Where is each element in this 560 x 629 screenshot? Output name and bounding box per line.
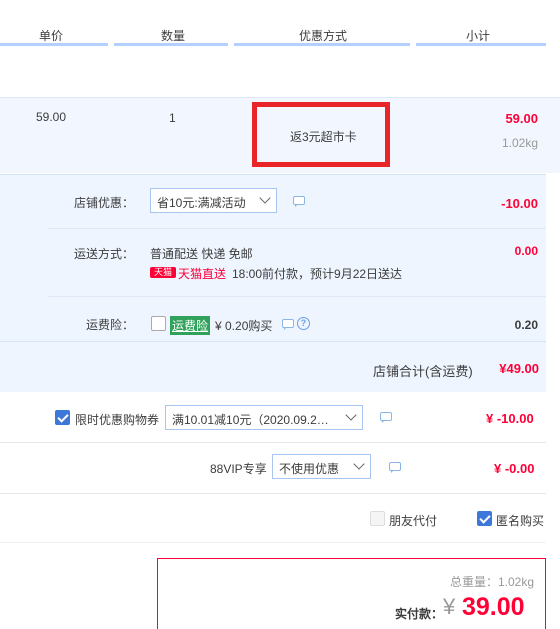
insurance-price: ¥ 0.20购买 — [215, 319, 273, 333]
shop-discount-amount: -10.00 — [501, 196, 538, 211]
anonymous-checkbox[interactable] — [477, 511, 492, 526]
total-weight: 总重量：1.02kg — [449, 575, 534, 589]
insurance-label: 运费险： — [86, 318, 135, 332]
shop-discount-value: 省10元:满减活动 — [157, 196, 246, 210]
header-divider — [114, 43, 228, 46]
insurance-checkbox[interactable] — [151, 316, 166, 331]
vip-select[interactable]: 不使用优惠 — [272, 454, 371, 479]
shipping-label: 运送方式： — [74, 247, 135, 261]
header-divider — [416, 43, 546, 46]
divider — [0, 493, 546, 494]
message-icon[interactable] — [380, 412, 392, 423]
shop-discount-select[interactable]: 省10元:满减活动 — [150, 188, 277, 213]
payment-summary: 总重量：1.02kg 实付款： ¥ 39.00 — [157, 558, 546, 629]
col-unit-price: 单价 — [39, 29, 64, 43]
friend-pay-label: 朋友代付 — [389, 514, 438, 528]
message-icon[interactable] — [389, 462, 401, 473]
coupon-select[interactable]: 满10.01减10元（2020.09.2… — [165, 405, 363, 430]
tmall-direct-label: 天猫直送 — [178, 267, 227, 281]
item-subtotal: 59.00 — [505, 111, 538, 126]
col-promotion: 优惠方式 — [299, 29, 348, 43]
vip-label: 88VIP专享 — [210, 462, 267, 476]
header-divider — [0, 43, 108, 46]
chevron-down-icon — [345, 409, 357, 421]
divider — [48, 296, 546, 297]
chevron-down-icon — [259, 192, 271, 204]
table-header: 单价 数量 优惠方式 小计 — [0, 0, 560, 46]
order-item-row: 59.00 1 返3元超市卡 59.00 1.02kg — [0, 97, 560, 173]
shipping-amount: 0.00 — [514, 244, 538, 258]
item-weight: 1.02kg — [501, 136, 538, 150]
promotion-text: 返3元超市卡 — [290, 130, 357, 144]
payment-amount: 39.00 — [462, 593, 525, 621]
quantity: 1 — [169, 111, 176, 125]
chevron-down-icon — [353, 458, 365, 470]
coupon-label: 限时优惠购物券 — [75, 413, 160, 427]
unit-price: 59.00 — [36, 110, 67, 124]
shop-total-amount: ¥49.00 — [499, 361, 539, 376]
coupon-value: 满10.01减10元（2020.09.2… — [172, 413, 329, 427]
divider — [0, 341, 546, 342]
shop-section: 店铺优惠： 省10元:满减活动 -10.00 运送方式： 普通配送 快递 免邮 … — [0, 174, 546, 392]
header-divider — [234, 43, 410, 46]
message-icon[interactable] — [282, 319, 294, 330]
insurance-tag[interactable]: 运费险 — [170, 316, 211, 335]
payment-label: 实付款： — [395, 607, 444, 621]
shop-discount-label: 店铺优惠： — [74, 196, 135, 210]
tmall-logo: 天猫 — [150, 267, 176, 278]
insurance-amount: 0.20 — [514, 318, 538, 332]
shop-total-label: 店铺合计(含运费) — [373, 364, 473, 379]
col-quantity: 数量 — [161, 29, 186, 43]
coupon-checkbox[interactable] — [55, 410, 70, 425]
delivery-eta: 18:00前付款，预计9月22日送达 — [232, 267, 403, 281]
currency-symbol: ¥ — [443, 594, 456, 619]
coupon-amount: ¥ -10.00 — [486, 411, 534, 426]
divider — [48, 228, 546, 229]
message-icon[interactable] — [293, 196, 305, 207]
anonymous-label: 匿名购买 — [496, 514, 545, 528]
help-icon[interactable]: ? — [297, 317, 310, 330]
vip-amount: ¥ -0.00 — [494, 461, 535, 476]
vip-value: 不使用优惠 — [279, 462, 340, 476]
col-subtotal: 小计 — [466, 29, 491, 43]
divider — [0, 542, 546, 543]
divider — [0, 442, 546, 443]
shipping-method: 普通配送 快递 免邮 — [150, 247, 253, 261]
friend-pay-checkbox[interactable] — [370, 511, 385, 526]
